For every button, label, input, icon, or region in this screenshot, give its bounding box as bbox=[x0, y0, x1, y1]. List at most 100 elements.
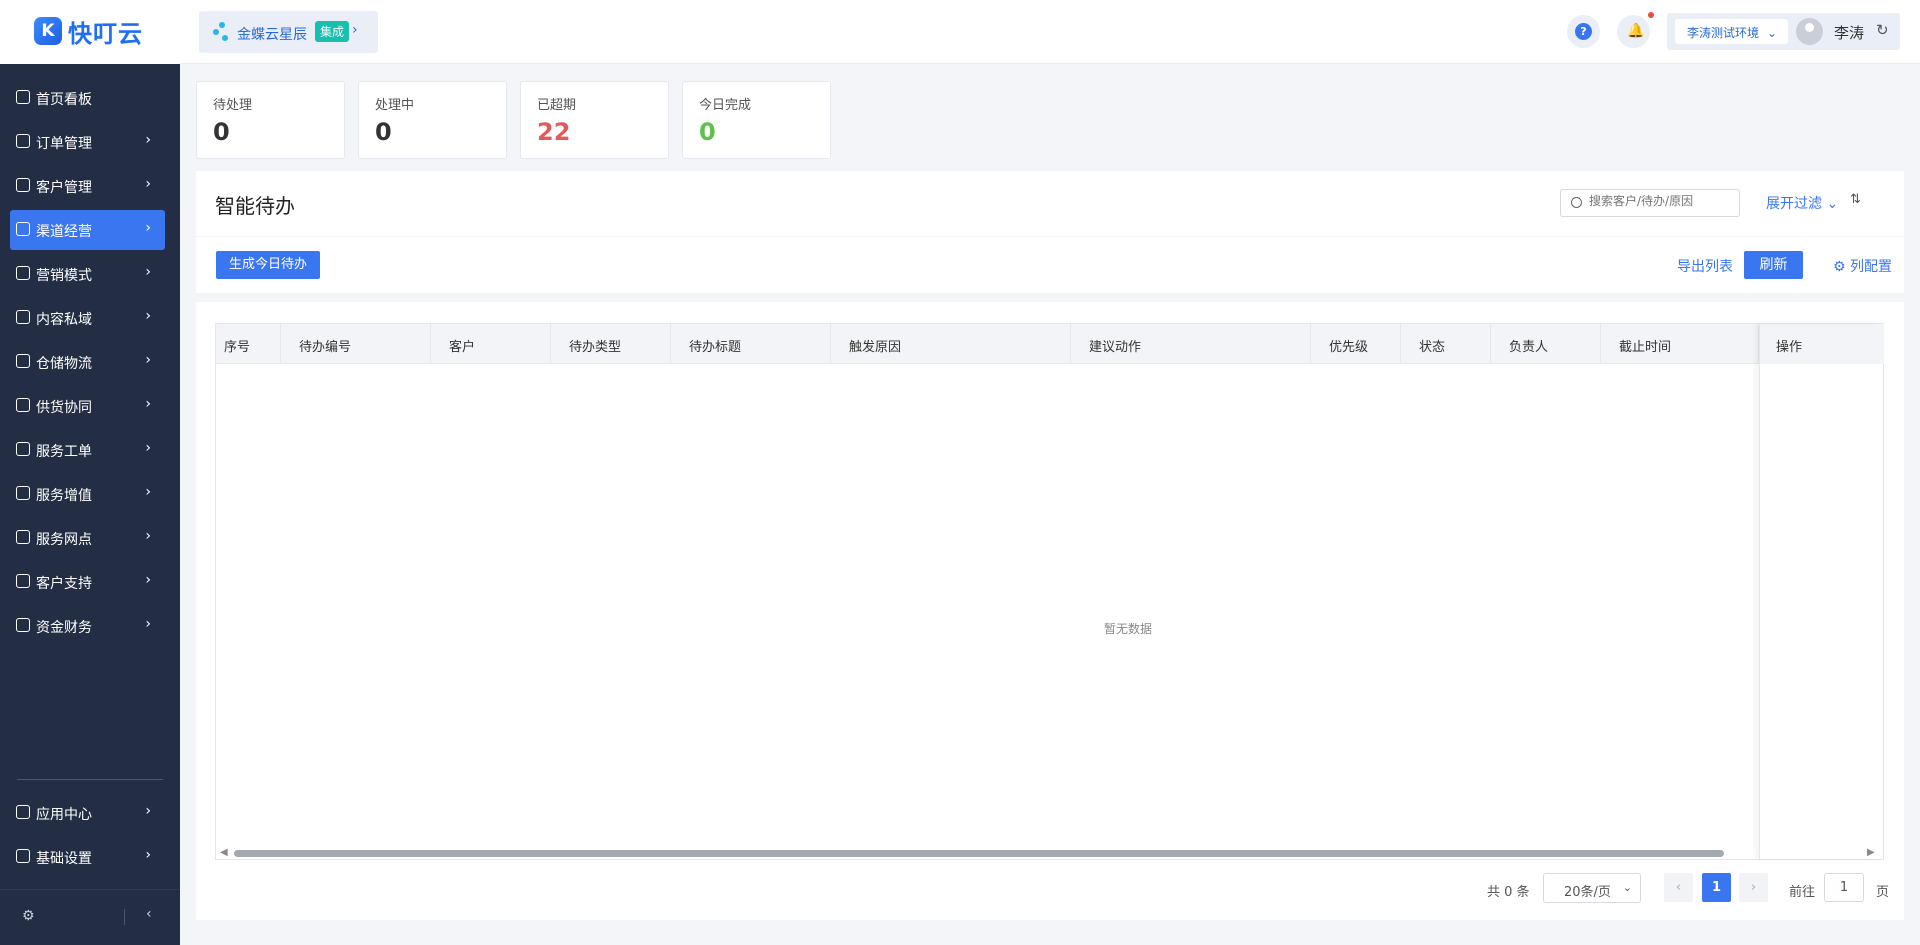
collapse-sidebar-icon[interactable]: ‹ bbox=[146, 906, 152, 922]
chevron-right-icon: › bbox=[145, 308, 151, 324]
sidebar-item-label: 渠道经营 bbox=[36, 224, 92, 240]
prev-page-button[interactable]: ‹ bbox=[1664, 873, 1693, 902]
stat-value: 0 bbox=[699, 118, 716, 146]
avatar[interactable] bbox=[1796, 18, 1823, 45]
sidebar-item[interactable]: 仓储物流 › bbox=[10, 342, 165, 382]
table-header: 序号 待办编号 客户 待办类型 待办标题 触发原因 建议动作 优先级 状态 负责人 截止时间 bbox=[216, 324, 1883, 364]
help-icon: ? bbox=[1575, 23, 1592, 40]
chevron-right-icon: › bbox=[145, 484, 151, 500]
environment-select[interactable]: 李涛测试环境 ⌄ bbox=[1675, 19, 1788, 44]
theme-icon[interactable]: ⚙ bbox=[22, 908, 35, 924]
sidebar-item[interactable]: 首页看板 bbox=[10, 78, 165, 118]
sidebar-item[interactable]: 服务工单 › bbox=[10, 430, 165, 470]
gear-icon: ⚙ bbox=[1833, 259, 1846, 275]
chevron-right-icon: › bbox=[145, 220, 151, 236]
column-header[interactable]: 负责人 bbox=[1491, 324, 1601, 364]
pagination: 共 0 条 20条/页 ⌄ ‹ 1 › 前往 页 bbox=[196, 866, 1904, 906]
refresh-icon[interactable]: ↻ bbox=[1876, 21, 1889, 39]
scrollbar-thumb[interactable] bbox=[234, 850, 1724, 857]
stat-card[interactable]: 待处理 0 bbox=[196, 81, 345, 159]
column-header[interactable]: 触发原因 bbox=[831, 324, 1071, 364]
fixed-action-column: 操作 bbox=[1759, 324, 1884, 859]
column-header[interactable]: 优先级 bbox=[1311, 324, 1401, 364]
chevron-right-icon: › bbox=[145, 528, 151, 544]
sidebar-item-label: 应用中心 bbox=[36, 807, 92, 823]
column-header[interactable]: 状态 bbox=[1401, 324, 1491, 364]
logo-icon: K bbox=[34, 17, 62, 45]
sort-icon[interactable]: ⇅ bbox=[1850, 192, 1861, 207]
chevron-down-icon: ⌄ bbox=[1622, 881, 1632, 894]
sidebar-item[interactable]: 内容私域 › bbox=[10, 298, 165, 338]
integration-name: 金蝶云星辰 bbox=[237, 27, 307, 43]
support-icon bbox=[16, 574, 30, 588]
sidebar-item[interactable]: 客户支持 › bbox=[10, 562, 165, 602]
integration-icon bbox=[213, 22, 231, 42]
scroll-left-icon[interactable]: ◀ bbox=[220, 847, 228, 858]
chevron-right-icon: › bbox=[145, 440, 151, 456]
stat-value: 0 bbox=[375, 118, 392, 146]
chevron-right-icon: › bbox=[145, 572, 151, 588]
sidebar-item-label: 服务增值 bbox=[36, 488, 92, 504]
sidebar-item[interactable]: 渠道经营 › bbox=[10, 210, 165, 250]
search-box[interactable] bbox=[1560, 189, 1740, 217]
chevron-right-icon: › bbox=[145, 132, 151, 148]
column-header: 操作 bbox=[1760, 324, 1884, 364]
user-name[interactable]: 李涛 bbox=[1834, 22, 1864, 43]
sidebar-item[interactable]: 供货协同 › bbox=[10, 386, 165, 426]
sidebar-item[interactable]: 应用中心 › bbox=[10, 793, 165, 833]
logo-area[interactable]: K 快叮云 bbox=[0, 0, 180, 64]
column-header[interactable]: 建议动作 bbox=[1071, 324, 1311, 364]
todo-table: 序号 待办编号 客户 待办类型 待办标题 触发原因 建议动作 优先级 状态 负责人 截止时间 操作 … bbox=[215, 323, 1884, 860]
stat-card[interactable]: 已超期 22 bbox=[520, 81, 669, 159]
sidebar-item[interactable]: 营销模式 › bbox=[10, 254, 165, 294]
sidebar-item[interactable]: 服务网点 › bbox=[10, 518, 165, 558]
column-header[interactable]: 客户 bbox=[431, 324, 551, 364]
toolbar-panel: 生成今日待办 导出列表 刷新 ⚙ 列配置 bbox=[196, 237, 1904, 293]
stat-label: 已超期 bbox=[537, 98, 577, 113]
next-page-button[interactable]: › bbox=[1739, 873, 1768, 902]
scroll-right-icon[interactable]: ▶ bbox=[1867, 847, 1875, 858]
column-header[interactable]: 待办编号 bbox=[281, 324, 431, 364]
page-size-value: 20条/页 bbox=[1564, 885, 1611, 900]
export-list-button[interactable]: 导出列表 bbox=[1677, 256, 1733, 276]
table-panel: 序号 待办编号 客户 待办类型 待办标题 触发原因 建议动作 优先级 状态 负责人 截止时间 操作 … bbox=[196, 302, 1904, 920]
column-header[interactable]: 待办标题 bbox=[671, 324, 831, 364]
expand-filter-label: 展开过滤 bbox=[1766, 196, 1822, 212]
stat-card[interactable]: 处理中 0 bbox=[358, 81, 507, 159]
stat-card[interactable]: 今日完成 0 bbox=[682, 81, 831, 159]
sidebar-item[interactable]: 订单管理 › bbox=[10, 122, 165, 162]
column-header[interactable]: 序号 bbox=[216, 324, 281, 364]
goto-page-input[interactable] bbox=[1824, 873, 1864, 902]
column-header[interactable]: 待办类型 bbox=[551, 324, 671, 364]
sidebar-item[interactable]: 资金财务 › bbox=[10, 606, 165, 646]
sidebar-item-label: 仓储物流 bbox=[36, 356, 92, 372]
sidebar-item-label: 基础设置 bbox=[36, 851, 92, 867]
integration-switcher[interactable]: 金蝶云星辰 集成 › bbox=[199, 11, 378, 53]
expand-filter-button[interactable]: 展开过滤 ⌄ bbox=[1766, 193, 1838, 213]
home-icon bbox=[16, 90, 30, 104]
sidebar-divider bbox=[124, 909, 125, 925]
integration-tag: 集成 bbox=[315, 21, 350, 42]
page-size-select[interactable]: 20条/页 ⌄ bbox=[1543, 873, 1641, 903]
chevron-down-icon: ⌄ bbox=[1766, 26, 1777, 40]
refresh-button[interactable]: 刷新 bbox=[1744, 251, 1803, 279]
column-header[interactable]: 截止时间 bbox=[1601, 324, 1759, 364]
chevron-right-icon: › bbox=[145, 803, 151, 819]
help-button[interactable]: ? bbox=[1567, 15, 1600, 48]
stat-value: 22 bbox=[537, 118, 571, 146]
column-config-button[interactable]: ⚙ 列配置 bbox=[1833, 256, 1892, 276]
horizontal-scrollbar[interactable]: ◀ ▶ bbox=[216, 846, 1883, 860]
page-number-button[interactable]: 1 bbox=[1702, 873, 1731, 902]
sidebar-item-label: 服务工单 bbox=[36, 444, 92, 460]
tag-icon bbox=[16, 266, 30, 280]
ticket-icon bbox=[16, 442, 30, 456]
sidebar-item[interactable]: 服务增值 › bbox=[10, 474, 165, 514]
notification-badge bbox=[1648, 12, 1654, 18]
sidebar-item[interactable]: 客户管理 › bbox=[10, 166, 165, 206]
search-input[interactable] bbox=[1589, 194, 1734, 208]
bell-icon: 🔔 bbox=[1627, 23, 1645, 39]
sidebar-item-label: 客户支持 bbox=[36, 576, 92, 592]
notification-button[interactable]: 🔔 bbox=[1617, 15, 1650, 48]
generate-today-todo-button[interactable]: 生成今日待办 bbox=[216, 251, 320, 279]
sidebar-item[interactable]: 基础设置 › bbox=[10, 837, 165, 877]
